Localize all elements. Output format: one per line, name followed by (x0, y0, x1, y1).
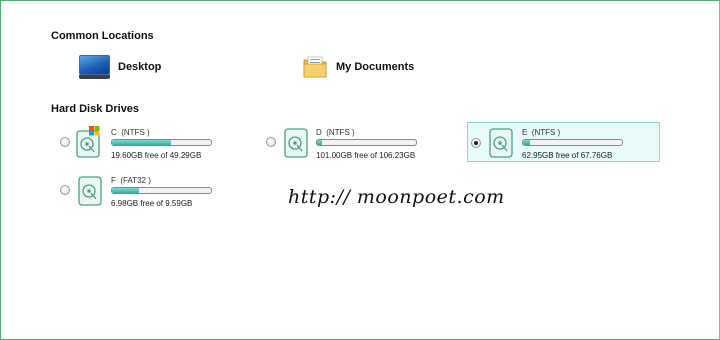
drive-f-free-space: 6.98GB free of 9.59GB (111, 199, 193, 208)
hard-drive-icon (284, 128, 308, 158)
system-drive-icon (76, 126, 100, 158)
drive-f-name: F (FAT32 ) (111, 176, 151, 185)
drive-d-usage-fill (317, 140, 322, 145)
drive-d-free-space: 101.00GB free of 106.23GB (316, 151, 416, 160)
drive-f-usage-fill (112, 188, 139, 193)
drive-f-usage-bar (111, 187, 212, 194)
drive-c-usage-fill (112, 140, 172, 145)
drive-e[interactable]: E (NTFS ) 62.95GB free of 67.76GB (467, 122, 660, 162)
hard-drive-icon (489, 128, 513, 158)
drive-e-usage-fill (523, 140, 530, 145)
drive-c-radio[interactable] (60, 137, 70, 147)
section-title-common-locations: Common Locations (51, 30, 154, 42)
desktop-icon (79, 55, 110, 79)
drive-e-free-space: 62.95GB free of 67.76GB (522, 151, 613, 160)
hard-drive-icon (78, 176, 102, 206)
drive-e-name: E (NTFS ) (522, 128, 561, 137)
location-desktop[interactable]: Desktop (79, 53, 161, 81)
drive-d-radio[interactable] (266, 137, 276, 147)
drive-c[interactable]: C (NTFS ) 19.60GB free of 49.29GB (58, 122, 218, 162)
drive-d[interactable]: D (NTFS ) 101.00GB free of 106.23GB (264, 122, 424, 162)
drive-f-radio[interactable] (60, 185, 70, 195)
drive-c-usage-bar (111, 139, 212, 146)
location-my-documents[interactable]: My Documents (302, 53, 414, 81)
drive-e-usage-bar (522, 139, 623, 146)
drive-c-free-space: 19.60GB free of 49.29GB (111, 151, 202, 160)
drive-e-radio[interactable] (471, 138, 481, 148)
folder-icon (303, 56, 327, 78)
drive-d-usage-bar (316, 139, 417, 146)
watermark-text: http:// moonpoet.com (288, 186, 505, 208)
location-desktop-label: Desktop (118, 61, 162, 73)
location-my-documents-label: My Documents (336, 61, 415, 73)
section-title-hard-disk-drives: Hard Disk Drives (51, 103, 140, 115)
drive-f[interactable]: F (FAT32 ) 6.98GB free of 9.59GB (58, 170, 218, 210)
drive-c-name: C (NTFS ) (111, 128, 150, 137)
drive-d-name: D (NTFS ) (316, 128, 355, 137)
